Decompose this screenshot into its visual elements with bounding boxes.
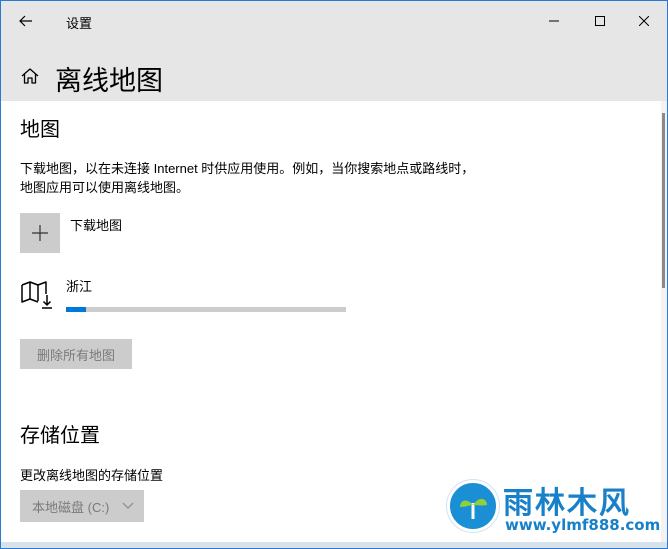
download-maps-label[interactable]: 下载地图: [70, 215, 122, 234]
back-arrow-icon: [19, 15, 32, 27]
close-button[interactable]: [621, 1, 667, 41]
page-header: 离线地图: [1, 41, 667, 101]
settings-window: 设置 离线地图 地图 下载地图，以在未连接 Internet 时供应用使用。例如…: [0, 0, 668, 549]
maximize-button[interactable]: [577, 1, 623, 41]
home-button[interactable]: [20, 66, 40, 86]
desktop-background-strip: [1, 542, 667, 548]
plus-icon: [32, 225, 48, 241]
download-progress-fill: [66, 307, 86, 312]
window-title: 设置: [66, 16, 93, 31]
watermark: 雨林木风 www.ylmf888.com: [447, 478, 661, 536]
watermark-url: www.ylmf888.com: [505, 516, 661, 534]
storage-location-label: 更改离线地图的存储位置: [20, 468, 164, 483]
maps-section-title: 地图: [20, 119, 60, 141]
minimize-icon: [549, 20, 559, 22]
page-title: 离线地图: [55, 66, 163, 96]
selected-drive-text: 本地磁盘 (C:): [32, 499, 110, 515]
map-download-icon: [20, 279, 56, 311]
back-button[interactable]: [11, 7, 41, 35]
scrollbar-thumb[interactable]: [662, 113, 665, 288]
chevron-down-icon: [122, 502, 134, 509]
maximize-icon: [595, 16, 605, 26]
watermark-logo: [447, 480, 499, 532]
home-icon: [21, 68, 39, 84]
delete-all-maps-button[interactable]: 删除所有地图: [20, 339, 132, 369]
close-icon: [639, 16, 649, 26]
vertical-scrollbar[interactable]: [661, 101, 667, 548]
download-progress-bar: [66, 307, 346, 312]
download-maps-button[interactable]: [20, 213, 60, 253]
title-bar: 设置: [1, 1, 667, 41]
download-region-name: 浙江: [66, 279, 93, 294]
maps-description: 下载地图，以在未连接 Internet 时供应用使用。例如，当你搜索地点或路线时…: [20, 161, 475, 195]
minimize-button[interactable]: [531, 1, 577, 41]
storage-section-title: 存储位置: [20, 425, 100, 447]
storage-drive-select[interactable]: 本地磁盘 (C:): [20, 490, 144, 522]
